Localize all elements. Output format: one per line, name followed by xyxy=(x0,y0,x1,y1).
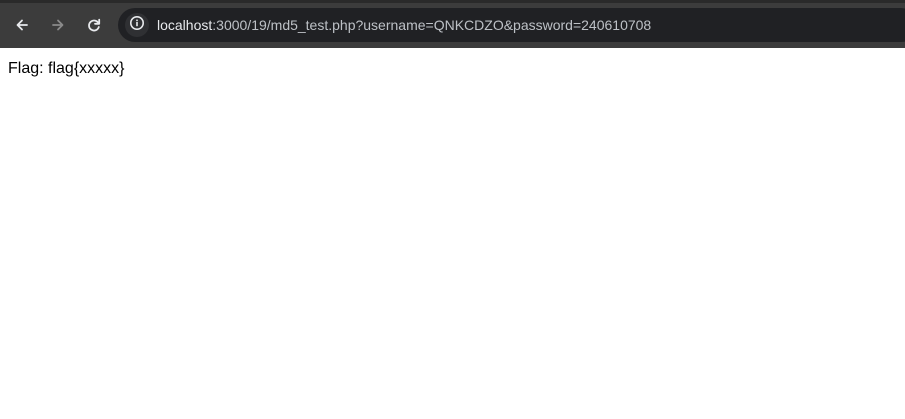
back-button[interactable] xyxy=(8,11,36,39)
site-info-button[interactable] xyxy=(125,13,149,37)
forward-button[interactable] xyxy=(44,11,72,39)
url-host: localhost xyxy=(157,17,213,33)
arrow-left-icon xyxy=(14,17,30,33)
browser-toolbar: localhost:3000/19/md5_test.php?username=… xyxy=(0,0,905,48)
url-path: :3000/19/md5_test.php?username=QNKCDZO&p… xyxy=(212,17,652,33)
reload-button[interactable] xyxy=(80,11,108,39)
address-bar[interactable]: localhost:3000/19/md5_test.php?username=… xyxy=(118,8,905,42)
arrow-right-icon xyxy=(50,17,66,33)
url-text[interactable]: localhost:3000/19/md5_test.php?username=… xyxy=(157,17,651,33)
info-icon xyxy=(129,15,145,36)
reload-icon xyxy=(86,17,102,33)
page-text: Flag: flag{xxxxx} xyxy=(8,60,125,77)
